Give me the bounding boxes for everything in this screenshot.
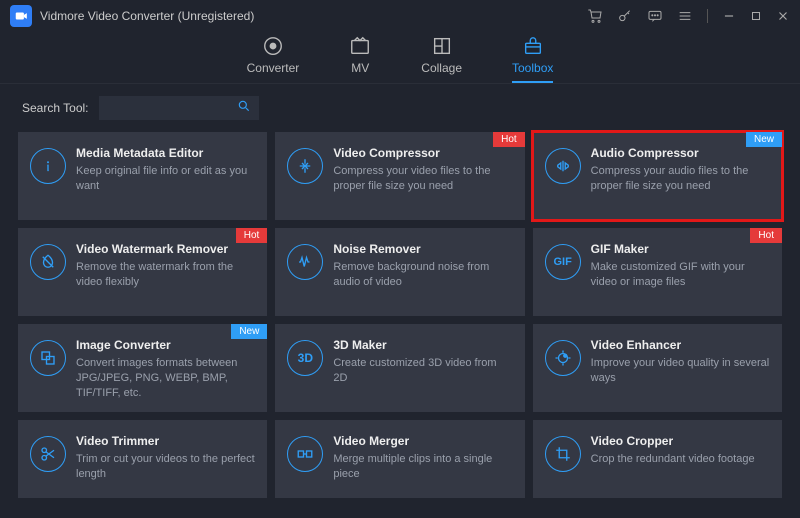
merger-icon (287, 436, 323, 472)
gif-icon: GIF (545, 244, 581, 280)
tool-3d-maker[interactable]: 3D 3D Maker Create customized 3D video f… (275, 324, 524, 412)
search-icon[interactable] (237, 99, 251, 118)
tab-label: Collage (421, 61, 462, 75)
tool-audio-compressor[interactable]: New Audio Compressor Compress your audio… (533, 132, 782, 220)
trimmer-icon (30, 436, 66, 472)
tool-title: Video Enhancer (591, 338, 770, 352)
tab-label: Toolbox (512, 61, 553, 75)
tool-video-trimmer[interactable]: Video Trimmer Trim or cut your videos to… (18, 420, 267, 498)
collage-icon (431, 35, 453, 57)
tool-title: Audio Compressor (591, 146, 770, 160)
enhancer-icon (545, 340, 581, 376)
tool-title: Media Metadata Editor (76, 146, 255, 160)
tab-label: MV (351, 61, 369, 75)
tool-desc: Compress your video files to the proper … (333, 164, 512, 194)
tool-desc: Merge multiple clips into a single piece (333, 452, 512, 482)
3d-icon: 3D (287, 340, 323, 376)
search-input[interactable] (76, 101, 237, 115)
tool-gif-maker[interactable]: Hot GIF GIF Maker Make customized GIF wi… (533, 228, 782, 316)
titlebar: Vidmore Video Converter (Unregistered) (0, 0, 800, 32)
search-bar: Search Tool: (0, 84, 800, 128)
tool-desc: Convert images formats between JPG/JPEG,… (76, 356, 255, 401)
tool-desc: Create customized 3D video from 2D (333, 356, 512, 386)
tool-desc: Make customized GIF with your video or i… (591, 260, 770, 290)
minimize-button[interactable] (722, 9, 736, 23)
tab-label: Converter (247, 61, 300, 75)
hot-badge: Hot (750, 228, 782, 243)
app-title: Vidmore Video Converter (Unregistered) (40, 9, 254, 23)
menu-icon[interactable] (677, 8, 693, 24)
tool-media-metadata[interactable]: Media Metadata Editor Keep original file… (18, 132, 267, 220)
watermark-icon (30, 244, 66, 280)
tool-desc: Remove background noise from audio of vi… (333, 260, 512, 290)
noise-icon (287, 244, 323, 280)
toolbox-icon (522, 35, 544, 57)
cart-icon[interactable] (587, 8, 603, 24)
tool-desc: Improve your video quality in several wa… (591, 356, 770, 386)
app-logo (10, 5, 32, 27)
tool-noise-remover[interactable]: Noise Remover Remove background noise fr… (275, 228, 524, 316)
tool-desc: Keep original file info or edit as you w… (76, 164, 255, 194)
tab-mv[interactable]: MV (349, 35, 371, 83)
search-input-wrap (99, 96, 259, 120)
tool-title: Video Compressor (333, 146, 512, 160)
tool-title: Video Trimmer (76, 434, 255, 448)
tool-image-converter[interactable]: New Image Converter Convert images forma… (18, 324, 267, 412)
tab-collage[interactable]: Collage (421, 35, 462, 83)
tool-title: Video Cropper (591, 434, 770, 448)
audio-compress-icon (545, 148, 581, 184)
tool-video-cropper[interactable]: Video Cropper Crop the redundant video f… (533, 420, 782, 498)
new-badge: New (231, 324, 267, 339)
tool-title: GIF Maker (591, 242, 770, 256)
feedback-icon[interactable] (647, 8, 663, 24)
tab-converter[interactable]: Converter (247, 35, 300, 83)
maximize-button[interactable] (750, 10, 762, 22)
image-convert-icon (30, 340, 66, 376)
tool-desc: Remove the watermark from the video flex… (76, 260, 255, 290)
compress-icon (287, 148, 323, 184)
key-icon[interactable] (617, 8, 633, 24)
converter-icon (262, 35, 284, 57)
main-nav: Converter MV Collage Toolbox (0, 32, 800, 84)
hot-badge: Hot (493, 132, 525, 147)
cropper-icon (545, 436, 581, 472)
tool-video-merger[interactable]: Video Merger Merge multiple clips into a… (275, 420, 524, 498)
tool-desc: Trim or cut your videos to the perfect l… (76, 452, 255, 482)
tool-desc: Crop the redundant video footage (591, 452, 770, 467)
tool-desc: Compress your audio files to the proper … (591, 164, 770, 194)
tool-title: Image Converter (76, 338, 255, 352)
tool-video-enhancer[interactable]: Video Enhancer Improve your video qualit… (533, 324, 782, 412)
tool-title: Noise Remover (333, 242, 512, 256)
tool-watermark-remover[interactable]: Hot Video Watermark Remover Remove the w… (18, 228, 267, 316)
mv-icon (349, 35, 371, 57)
new-badge: New (746, 132, 782, 147)
tool-title: Video Watermark Remover (76, 242, 255, 256)
close-button[interactable] (776, 9, 790, 23)
tool-title: 3D Maker (333, 338, 512, 352)
tools-grid: Media Metadata Editor Keep original file… (0, 128, 800, 498)
tab-toolbox[interactable]: Toolbox (512, 35, 553, 83)
info-icon (30, 148, 66, 184)
window-controls (587, 8, 790, 24)
tool-video-compressor[interactable]: Hot Video Compressor Compress your video… (275, 132, 524, 220)
hot-badge: Hot (236, 228, 268, 243)
tool-title: Video Merger (333, 434, 512, 448)
